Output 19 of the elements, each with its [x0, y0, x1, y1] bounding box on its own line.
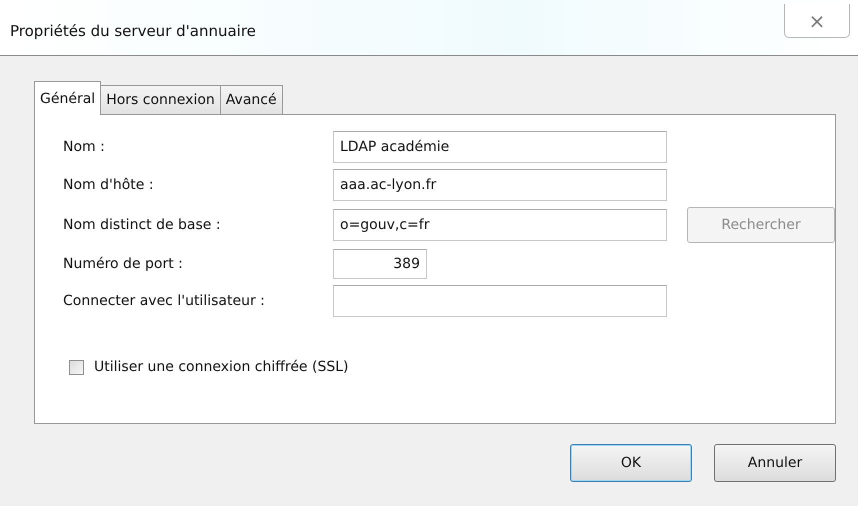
tab[interactable]: Hors connexion — [100, 85, 221, 114]
input-field[interactable]: aaa.ac-lyon.fr — [333, 169, 667, 201]
window-title: Propriétés du serveur d'annuaire — [10, 22, 256, 40]
input-field[interactable] — [333, 285, 667, 317]
field-label: Nom distinct de base : — [63, 217, 222, 233]
close-button[interactable]: × — [784, 4, 850, 38]
field-label: Connecter avec l'utilisateur : — [63, 293, 266, 309]
input-field[interactable]: o=gouv,c=fr — [333, 209, 667, 241]
checkbox-label: Utiliser une connexion chiffrée (SSL) — [94, 359, 348, 375]
field-label: Nom : — [63, 139, 106, 155]
input-field[interactable]: LDAP académie — [333, 131, 667, 163]
dialog-button[interactable]: OK — [570, 444, 692, 482]
tab[interactable]: Général — [34, 81, 102, 115]
dialog-button[interactable]: Annuler — [714, 444, 836, 482]
field-label: Numéro de port : — [63, 256, 184, 272]
tab[interactable]: Avancé — [220, 85, 283, 114]
field-label: Nom d'hôte : — [63, 177, 155, 193]
checkbox[interactable] — [69, 360, 84, 374]
input-field[interactable]: 389 — [333, 249, 427, 279]
